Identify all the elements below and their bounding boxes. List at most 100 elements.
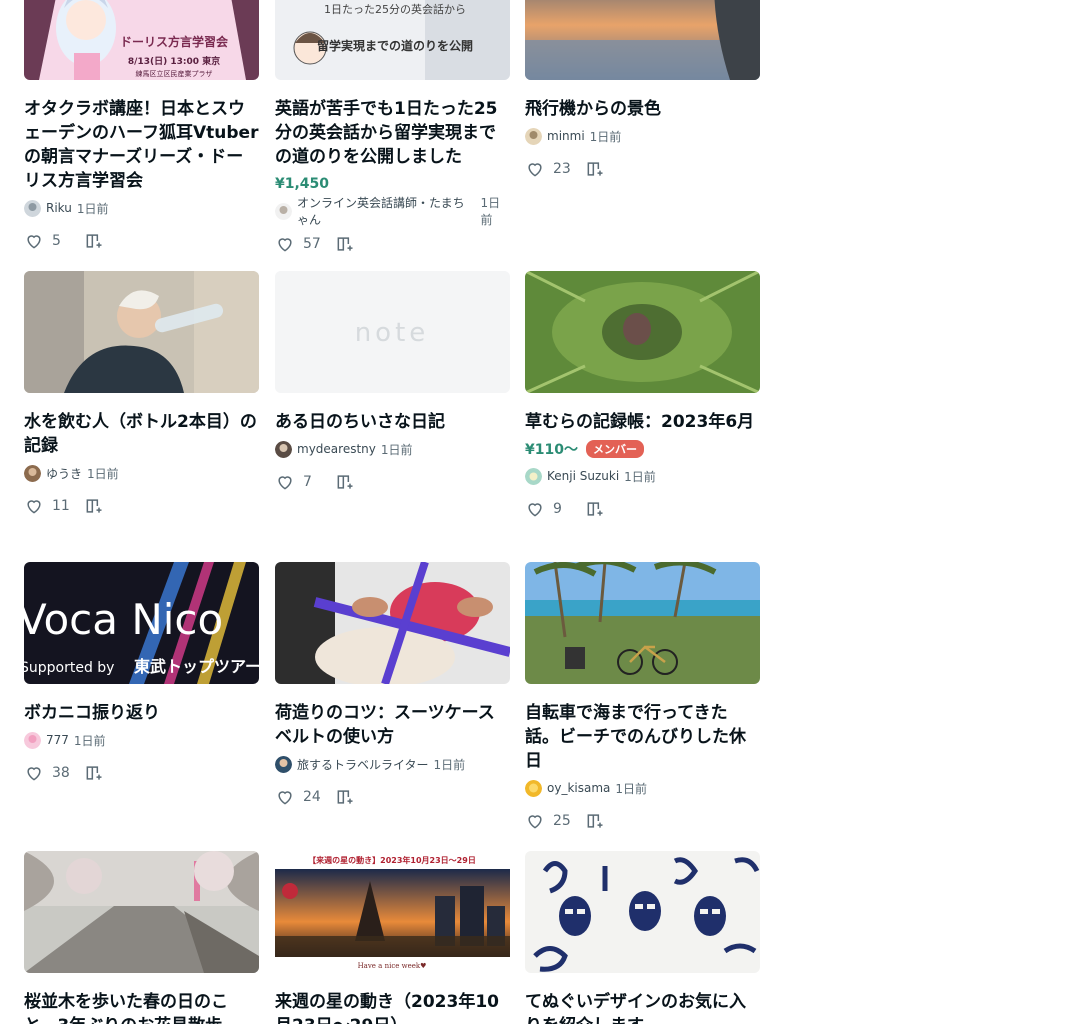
thumb-text: Have a nice week♥ [358, 962, 427, 970]
heart-icon[interactable] [525, 499, 545, 519]
creator-info[interactable]: mydearestny 1日前 [275, 439, 510, 459]
study-abroad-banner: 1日たった25分の英会話から 留学実現までの道のりを公開 [275, 0, 510, 80]
article-thumbnail[interactable] [275, 562, 510, 684]
article-card[interactable]: 1日たった25分の英会話から 留学実現までの道のりを公開 英語が苦手でも1日たっ… [275, 0, 510, 256]
article-card[interactable]: note ある日のちいさな日記 mydearestny 1日前 7 [275, 271, 510, 494]
thumb-text: 留学実現までの道のりを公開 [317, 38, 473, 53]
article-title[interactable]: ボカニコ振り返り [24, 701, 259, 725]
article-title[interactable]: オタクラボ講座！日本とスウェーデンのハーフ狐耳Vtuberの朝言マナーズリーズ・… [24, 97, 259, 193]
creator-name[interactable]: oy_kisama [547, 781, 610, 795]
note-logo-text: note [355, 318, 430, 348]
article-title[interactable]: 荷造りのコツ：スーツケースベルトの使い方 [275, 701, 510, 749]
creator-info[interactable]: 777 1日前 [24, 730, 259, 750]
article-card[interactable]: ドーリス方言学習会 8/13(日) 13:00 東京 練馬区立区民産業プラザ オ… [24, 0, 259, 253]
article-title[interactable]: 来週の星の動き（2023年10月23日〜29日） [275, 990, 510, 1024]
article-title[interactable]: 水を飲む人（ボトル2本目）の記録 [24, 410, 259, 458]
creator-info[interactable]: Kenji Suzuki 1日前 [525, 466, 760, 486]
article-card[interactable]: 草むらの記録帳：2023年6月 ¥110〜 メンバー Kenji Suzuki … [525, 271, 760, 521]
magazine-add-icon[interactable] [84, 496, 104, 516]
creator-name[interactable]: mydearestny [297, 442, 376, 456]
vtuber-event-banner: ドーリス方言学習会 8/13(日) 13:00 東京 練馬区立区民産業プラザ [24, 0, 259, 80]
article-card[interactable]: 自転車で海まで行ってきた話。ビーチでのんびりした休日 oy_kisama 1日前… [525, 562, 760, 833]
creator-info[interactable]: Riku 1日前 [24, 198, 259, 218]
creator-name[interactable]: minmi [547, 129, 585, 143]
creator-name[interactable]: Riku [46, 201, 72, 215]
post-age: 1日前 [615, 781, 648, 796]
magazine-add-icon[interactable] [585, 159, 605, 179]
article-thumbnail[interactable] [525, 271, 760, 393]
magazine-add-icon[interactable] [84, 763, 104, 783]
avatar[interactable] [525, 127, 542, 145]
magazine-add-icon[interactable] [335, 234, 355, 254]
article-card[interactable]: Voca Nico Supported by 東武トップツアーズ ボカニコ振り返… [24, 562, 259, 785]
creator-name[interactable]: 旅するトラベルライター [297, 756, 429, 773]
membership-badge: メンバー [585, 440, 644, 458]
magazine-add-icon[interactable] [84, 231, 104, 251]
article-thumbnail[interactable] [24, 271, 259, 393]
heart-icon[interactable] [525, 811, 545, 831]
creator-name[interactable]: オンライン英会話講師・たまちゃん [297, 194, 476, 228]
avatar[interactable] [24, 199, 41, 217]
article-title[interactable]: 草むらの記録帳：2023年6月 [525, 410, 760, 434]
article-thumbnail[interactable]: 1日たった25分の英会話から 留学実現までの道のりを公開 [275, 0, 510, 80]
beach-bicycle-photo [525, 562, 760, 684]
like-count: 9 [553, 501, 562, 517]
article-title[interactable]: 飛行機からの景色 [525, 97, 760, 121]
article-card[interactable]: 水を飲む人（ボトル2本目）の記録 ゆうき 1日前 11 [24, 271, 259, 518]
creator-info[interactable]: ゆうき 1日前 [24, 463, 259, 483]
article-thumbnail[interactable]: ドーリス方言学習会 8/13(日) 13:00 東京 練馬区立区民産業プラザ [24, 0, 259, 80]
like-count: 38 [52, 765, 70, 781]
creator-info[interactable]: 旅するトラベルライター 1日前 [275, 754, 510, 774]
magazine-add-icon[interactable] [585, 811, 605, 831]
avatar[interactable] [275, 755, 292, 773]
article-title[interactable]: 自転車で海まで行ってきた話。ビーチでのんびりした休日 [525, 701, 760, 773]
article-thumbnail[interactable] [525, 851, 760, 973]
like-count: 57 [303, 236, 321, 252]
avatar[interactable] [24, 731, 41, 749]
creator-info[interactable]: oy_kisama 1日前 [525, 778, 760, 798]
magazine-add-icon[interactable] [335, 472, 355, 492]
sunset-from-airplane-photo [525, 0, 760, 80]
article-thumbnail[interactable] [525, 0, 760, 80]
avatar[interactable] [525, 779, 542, 797]
heart-icon[interactable] [275, 787, 295, 807]
heart-icon[interactable] [24, 763, 44, 783]
post-age: 1日前 [73, 733, 106, 748]
post-age: 1日前 [624, 469, 656, 484]
article-card[interactable]: てぬぐいデザインのお気に入りを紹介します [525, 851, 760, 1024]
article-card[interactable]: 荷造りのコツ：スーツケースベルトの使い方 旅するトラベルライター 1日前 24 [275, 562, 510, 809]
heart-icon[interactable] [275, 472, 295, 492]
article-title[interactable]: てぬぐいデザインのお気に入りを紹介します [525, 990, 760, 1024]
article-thumbnail[interactable]: 【来週の星の動き】2023年10月23日〜29日 Have a nice wee… [275, 851, 510, 973]
magazine-add-icon[interactable] [585, 499, 605, 519]
article-title[interactable]: ある日のちいさな日記 [275, 410, 510, 434]
heart-icon[interactable] [275, 234, 295, 254]
magazine-add-icon[interactable] [335, 787, 355, 807]
creator-info[interactable]: オンライン英会話講師・たまちゃん 1日前 [275, 196, 510, 227]
creator-name[interactable]: ゆうき [46, 465, 82, 482]
price-row: ¥110〜 メンバー [525, 437, 760, 461]
avatar[interactable] [275, 202, 292, 220]
thumb-text: Supported by [24, 660, 114, 676]
article-card[interactable]: 【来週の星の動き】2023年10月23日〜29日 Have a nice wee… [275, 851, 510, 1024]
article-thumbnail[interactable] [525, 562, 760, 684]
card-actions: 25 [525, 809, 760, 833]
article-card[interactable]: 桜並木を歩いた春の日のこと、3年ぶりのお花見散歩 [24, 851, 259, 1024]
creator-name[interactable]: 777 [46, 733, 69, 747]
avatar[interactable] [275, 440, 292, 458]
article-thumbnail[interactable]: Voca Nico Supported by 東武トップツアーズ [24, 562, 259, 684]
like-count: 7 [303, 474, 312, 490]
avatar[interactable] [24, 464, 41, 482]
article-title[interactable]: 桜並木を歩いた春の日のこと、3年ぶりのお花見散歩 [24, 990, 259, 1024]
avatar[interactable] [525, 467, 542, 485]
heart-icon[interactable] [24, 231, 44, 251]
article-title[interactable]: 英語が苦手でも1日たった25分の英会話から留学実現までの道のりを公開しました [275, 97, 510, 169]
article-thumbnail[interactable] [24, 851, 259, 973]
heart-icon[interactable] [525, 159, 545, 179]
creator-name[interactable]: Kenji Suzuki [547, 469, 619, 483]
heart-icon[interactable] [24, 496, 44, 516]
thumb-text: ドーリス方言学習会 [120, 34, 229, 49]
article-thumbnail[interactable]: note [275, 271, 510, 393]
article-card[interactable]: 飛行機からの景色 minmi 1日前 23 [525, 0, 760, 181]
creator-info[interactable]: minmi 1日前 [525, 126, 760, 146]
